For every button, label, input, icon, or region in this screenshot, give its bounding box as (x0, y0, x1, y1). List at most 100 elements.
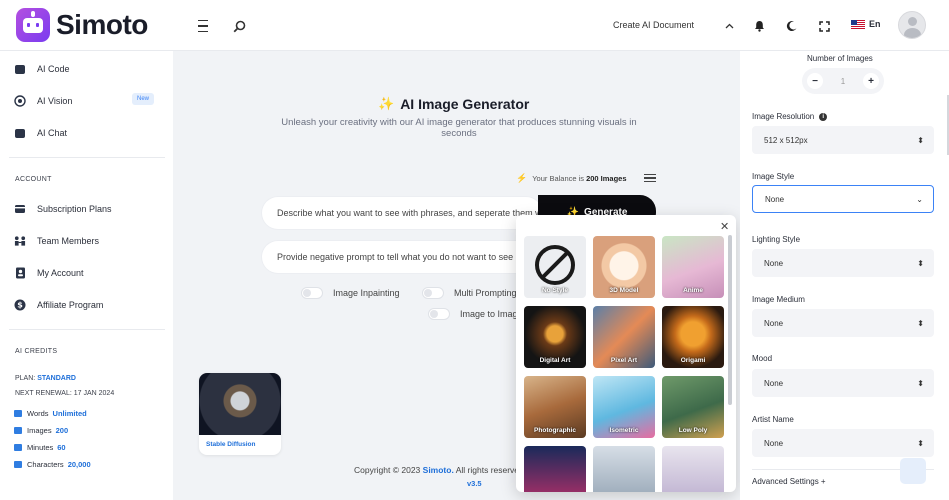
chevron-up-icon[interactable] (720, 17, 738, 35)
tile-label: Isometric (609, 427, 639, 434)
sidebar-item-ai-vision[interactable]: AI Vision (14, 94, 72, 108)
tile-label: Anime (683, 287, 703, 294)
plus-button[interactable]: + (862, 73, 879, 89)
image-medium-label: Image Medium (752, 295, 805, 304)
style-tile-landscape[interactable] (593, 446, 655, 492)
toggle-switch[interactable] (422, 287, 444, 299)
toggle-label: Image to Image (460, 309, 523, 319)
images-icon (14, 427, 22, 434)
credit-images: Images 200 (14, 426, 68, 435)
style-tile-cyberpunk[interactable] (524, 446, 586, 492)
select-value: None (764, 438, 784, 448)
popup-scrollbar[interactable] (728, 235, 732, 405)
menu-icon[interactable] (194, 17, 212, 35)
vision-icon (14, 95, 26, 107)
image-resolution-label: Image Resolution i (752, 112, 828, 121)
tile-label: No Style (541, 287, 568, 294)
footer-text: Copyright © 2023 (354, 465, 421, 475)
search-icon[interactable] (230, 17, 248, 35)
style-tile-photographic[interactable]: Photographic (524, 376, 586, 438)
tile-label: 3D Model (609, 287, 639, 294)
number-of-images-value: 1 (840, 76, 846, 86)
style-tile-low-poly[interactable]: Low Poly (662, 376, 724, 438)
sidebar-item-team-members[interactable]: Team Members (14, 234, 99, 248)
sidebar-item-label: Team Members (37, 236, 100, 246)
style-tile-3d-model[interactable]: 3D Model (593, 236, 655, 298)
image-style-select[interactable]: None ⌄ (752, 185, 934, 213)
sidebar-item-my-account[interactable]: My Account (14, 266, 84, 280)
code-icon (14, 63, 26, 75)
create-ai-document-button[interactable]: Create AI Document (613, 20, 694, 30)
style-tile-anime[interactable]: Anime (662, 236, 724, 298)
toggle-switch[interactable] (428, 308, 450, 320)
number-of-images-label: Number of Images (807, 54, 873, 63)
sidebar-item-label: My Account (37, 268, 84, 278)
page-subtitle: Unleash your creativity with our AI imag… (281, 117, 637, 139)
artist-name-label: Artist Name (752, 415, 794, 424)
lighting-style-select[interactable]: None ⬍ (752, 249, 934, 277)
model-card-label: Stable Diffusion (206, 441, 256, 448)
settings-panel: Number of Images − 1 + Image Resolution … (740, 51, 949, 500)
toggle-multi-prompting[interactable]: Multi Prompting (422, 287, 517, 299)
negative-prompt-input[interactable]: Provide negative prompt to tell what you… (262, 241, 542, 273)
image-medium-select[interactable]: None ⬍ (752, 309, 934, 337)
style-tile-origami[interactable]: Origami (662, 306, 724, 368)
bell-icon[interactable] (750, 17, 768, 35)
sidebar-item-ai-chat[interactable]: AI Chat (14, 126, 67, 140)
toggle-image-to-image[interactable]: Image to Image (428, 308, 523, 320)
plan-value: STANDARD (37, 375, 76, 382)
balance-info: ⚡ Your Balance is 200 Images (516, 173, 627, 184)
toggle-switch[interactable] (301, 287, 323, 299)
credit-minutes: Minutes 60 (14, 443, 66, 452)
sidebar: AI Code AI Vision New AI Chat ACCOUNT Su… (0, 51, 173, 500)
svg-text:$: $ (17, 301, 23, 310)
mood-select[interactable]: None ⬍ (752, 369, 934, 397)
advanced-settings-toggle[interactable]: Advanced Settings + (752, 477, 826, 486)
brand-logo[interactable]: Simoto (16, 8, 148, 42)
minus-button[interactable]: − (807, 73, 823, 89)
settings-sliders-icon[interactable] (644, 172, 656, 184)
image-resolution-text: Image Resolution (752, 112, 815, 121)
prompt-input[interactable]: Describe what you want to see with phras… (262, 197, 542, 229)
sort-arrows-icon: ⬍ (917, 318, 924, 328)
style-tile-pixel-art[interactable]: Pixel Art (593, 306, 655, 368)
style-tile-digital-art[interactable]: Digital Art (524, 306, 586, 368)
mood-label: Mood (752, 354, 773, 363)
sort-arrows-icon: ⬍ (917, 438, 924, 448)
number-of-images-stepper[interactable]: − 1 + (802, 68, 884, 94)
tile-label: Low Poly (678, 427, 708, 434)
select-value: None (764, 318, 784, 328)
sidebar-item-label: AI Chat (37, 128, 68, 138)
sidebar-item-subscription-plans[interactable]: Subscription Plans (14, 202, 112, 216)
artist-name-select[interactable]: None ⬍ (752, 429, 934, 457)
scroll-to-top-button[interactable] (900, 458, 926, 484)
sidebar-item-affiliate-program[interactable]: $ Affiliate Program (14, 298, 103, 312)
credit-value: 60 (57, 443, 66, 452)
footer-brand-link[interactable]: Simoto. (423, 465, 454, 475)
brand-name: Simoto (56, 9, 148, 40)
close-icon[interactable]: ✕ (720, 220, 729, 233)
credit-label: Words (27, 409, 49, 418)
style-tile-isometric[interactable]: Isometric (593, 376, 655, 438)
sidebar-item-label: Subscription Plans (37, 204, 112, 214)
toggle-image-inpainting[interactable]: Image Inpainting (301, 287, 400, 299)
user-avatar[interactable] (898, 11, 926, 39)
moon-icon[interactable] (783, 17, 801, 35)
account-icon (14, 267, 26, 279)
model-card-stable-diffusion[interactable]: Stable Diffusion (199, 373, 281, 455)
sidebar-item-ai-code[interactable]: AI Code (14, 62, 70, 76)
version-label: v3.5 (467, 479, 482, 488)
tile-label: Photographic (534, 427, 576, 434)
credit-label: Minutes (27, 443, 54, 452)
lighting-style-label: Lighting Style (752, 235, 801, 244)
fullscreen-icon[interactable] (815, 17, 833, 35)
image-resolution-select[interactable]: 512 x 512px ⬍ (752, 126, 934, 154)
language-selector[interactable]: En (851, 19, 881, 29)
style-tile-portrait[interactable] (662, 446, 724, 492)
sidebar-item-label: AI Vision (37, 96, 73, 106)
balance-label: Your Balance is (532, 174, 585, 183)
style-tile-no-style[interactable]: No Style (524, 236, 586, 298)
next-renewal: NEXT RENEWAL: 17 JAN 2024 (15, 390, 115, 397)
info-icon[interactable]: i (819, 112, 828, 121)
page-title-text: AI Image Generator (400, 96, 530, 112)
